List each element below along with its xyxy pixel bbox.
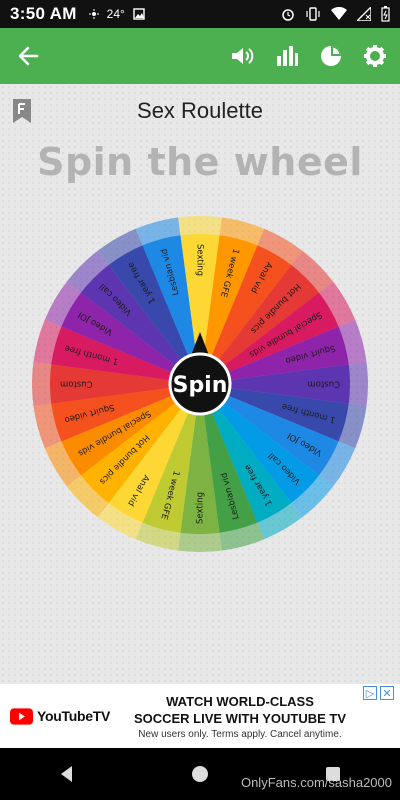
wheel-segment-label: Sexting [195,244,205,276]
stats-icon [277,46,298,66]
wheel-segment-label: Sexting [196,492,206,524]
image-icon [133,8,145,20]
stats-button[interactable] [272,41,302,71]
nav-home-button[interactable] [180,754,220,794]
ad-brand: YouTubeTV [37,708,110,724]
nav-back-button[interactable] [47,754,87,794]
wheel-segment-label: Custom [307,379,340,389]
signal-icon [357,7,371,21]
ad-close-icon[interactable]: ✕ [380,686,394,700]
wifi-icon [331,7,347,20]
nav-back-icon [60,766,72,782]
spin-heading: Spin the wheel [37,140,363,184]
youtube-tv-logo: YouTubeTV [10,707,110,725]
status-bar: 3:50 AM 24° [0,0,400,28]
nav-home-icon [191,766,208,782]
youtube-play-icon [10,707,33,725]
ad-headline-2: SOCCER LIVE WITH YOUTUBE TV [133,710,347,726]
status-time: 3:50 AM [10,4,77,23]
battery-icon [381,6,390,22]
spin-label: Spin [173,373,228,398]
alarm-icon [282,9,294,21]
wheel-segment-label: Custom [60,379,93,389]
location-icon [88,9,99,19]
page-title: Sex Roulette [137,98,263,123]
status-temperature: 24° [106,7,125,21]
system-nav-bar: OnlyFans.com/sasha2000 [0,748,400,800]
ad-headline-1: WATCH WORLD-CLASS [166,693,314,709]
settings-icon [364,45,386,67]
vibrate-icon [306,7,320,21]
watermark: OnlyFans.com/sasha2000 [240,775,392,790]
back-arrow-icon [18,46,39,66]
back-button[interactable] [10,38,46,74]
ad-banner[interactable]: YouTubeTV WATCH WORLD-CLASS SOCCER LIVE … [0,684,400,748]
settings-button[interactable] [360,41,390,71]
volume-icon [232,48,254,64]
pie-chart-icon [321,46,341,66]
pie-chart-button[interactable] [316,41,346,71]
ad-subline: New users only. Terms apply. Cancel anyt… [138,728,342,740]
app-bar [0,28,400,84]
adchoices-info-icon[interactable]: ▷ [363,686,377,700]
roulette-wheel[interactable]: Sexting 1 week GFE Anal vidHot bundle pics… [30,214,370,554]
main-content: Sex Roulette Spin the wheel Sexting 1 wee… [0,84,400,684]
sound-button[interactable] [228,41,258,71]
